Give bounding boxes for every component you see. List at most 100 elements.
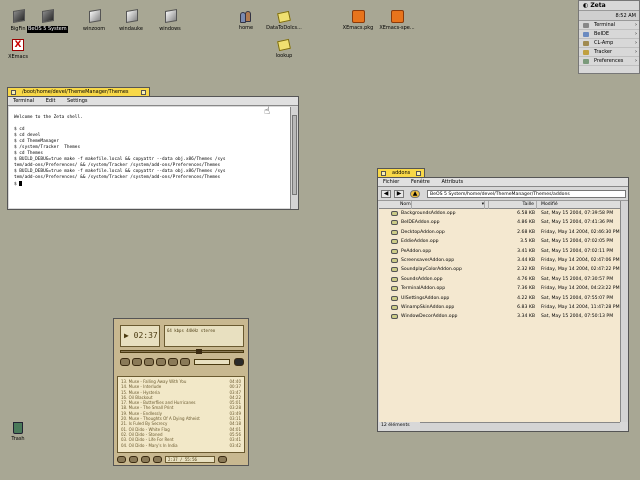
menu-settings[interactable]: Settings [62, 98, 93, 104]
desktop-icon-label: BeOS 5 System [27, 26, 68, 33]
menu-fenetre[interactable]: Fenêtre [406, 179, 435, 185]
desktop-icon-home[interactable]: home [226, 10, 266, 32]
addons-title-tab[interactable]: addons [377, 168, 425, 177]
path-field[interactable]: BeOS 5 System/home/devel/ThemeManager/Th… [427, 190, 626, 198]
file-row[interactable]: BackgroundsAddon.opp 6.58 KB Sat, May 15 2… [379, 209, 620, 218]
home-folder-icon [239, 11, 253, 23]
file-row[interactable]: ScreensaverAddon.opp 3.44 KB Friday, May 1… [379, 256, 620, 265]
seek-thumb[interactable] [196, 349, 202, 354]
desktop-icon-beos-system[interactable]: BeOS 5 System [27, 10, 68, 33]
desktop-icon-lookup[interactable]: lookup [264, 38, 304, 60]
play-indicator-icon: ▶ [124, 331, 134, 340]
cl-amp-icon [583, 41, 589, 46]
file-row[interactable]: UISettingsAddon.opp 4.22 KB Sat, May 15 20… [379, 294, 620, 303]
terminal-title-tab[interactable]: /boot/home/devel/ThemeManager/Themes [7, 87, 150, 96]
file-modified: Sat, May 15 2004, 07:55:07 PM [541, 295, 614, 301]
file-row[interactable]: TerminalAddon.opp 7.36 KB Friday, May 14 2… [379, 284, 620, 293]
close-icon[interactable] [381, 171, 386, 176]
file-list-hscrollbar[interactable] [420, 422, 620, 431]
terminal-line: tem/add-ons/Preferences/ && /system/Trac… [14, 163, 221, 168]
window-title: /boot/home/devel/ThemeManager/Themes [22, 89, 129, 95]
volume-icon [40, 10, 54, 24]
deskbar-item-beide[interactable]: BeIDE › [579, 30, 639, 39]
column-name[interactable]: Nom ▾ [399, 201, 489, 209]
addon-file-icon [391, 229, 398, 235]
previous-button[interactable] [120, 358, 130, 366]
eject-button[interactable] [180, 358, 190, 366]
menu-terminal[interactable]: Terminal [8, 98, 39, 104]
desktop-icon-xemacs-pkg[interactable]: XEmacs.pkg [338, 10, 378, 32]
deskbar-item-terminal[interactable]: Terminal › [579, 21, 639, 30]
file-row[interactable]: WinampSkinAddon.opp 6.83 KB Friday, May 14… [379, 303, 620, 312]
desktop-icon-label: BigFin [10, 26, 26, 32]
addon-file-icon [391, 239, 398, 245]
stop-button[interactable] [156, 358, 166, 366]
close-player-button[interactable] [234, 358, 244, 366]
deskbar-item-label: Tracker [594, 49, 613, 55]
next-button[interactable] [168, 358, 178, 366]
desktop-icon-winzoom[interactable]: winzoom [74, 10, 114, 33]
play-button[interactable] [132, 358, 142, 366]
file-size: 6.83 KB [517, 304, 535, 310]
playlist-select-button[interactable] [141, 456, 150, 463]
deskbar-item-label: CL-Amp [594, 40, 614, 46]
file-name: WinampSkinAddon.opp [401, 304, 455, 310]
desktop-icon-xemacs-spe[interactable]: XEmacs-spe... [377, 10, 417, 32]
file-name: EddieAddon.opp [401, 239, 439, 245]
seek-bar[interactable] [120, 349, 244, 354]
deskbar-item-tracker[interactable]: Tracker › [579, 48, 639, 57]
file-row[interactable]: DecktopAddon.opp 2.68 KB Friday, May 14 20… [379, 228, 620, 237]
back-button[interactable]: ◀ [381, 190, 391, 198]
desktop-icon-windauke[interactable]: windauke [111, 10, 151, 33]
deskbar-item-cl-amp[interactable]: CL-Amp › [579, 39, 639, 48]
file-modified: Friday, May 14 2004, 04:23:22 PM [541, 286, 620, 292]
desktop-icon-datatodo[interactable]: DataToDoIcs... [264, 10, 304, 32]
forward-button[interactable]: ▶ [394, 190, 404, 198]
playlist-remove-button[interactable] [129, 456, 138, 463]
playlist-controls: 2:37 / 55:56 [117, 455, 245, 464]
playlist-misc-button[interactable] [153, 456, 162, 463]
terminal-line: $ cd devel [14, 133, 41, 138]
xemacs-icon: X [12, 39, 24, 51]
file-list-scrollbar[interactable] [620, 201, 628, 422]
file-row[interactable]: SoundplayColorAddon.opp 2.32 KB Friday, Ma… [379, 265, 620, 274]
playlist[interactable]: 13. Muse - Falling Away With You 04:40 14.… [117, 376, 245, 453]
addon-file-icon [391, 295, 398, 301]
menu-edit[interactable]: Edit [41, 98, 61, 104]
file-row[interactable]: WindowDecorAddon.opp 3.34 KB Sat, May 15 2… [379, 312, 620, 321]
file-modified: Friday, May 14 2004, 02:47:06 PM [541, 257, 620, 263]
pause-button[interactable] [144, 358, 154, 366]
file-row[interactable]: EddieAddon.opp 3.5 KB Sat, May 15 2004, 07… [379, 237, 620, 246]
terminal-output[interactable]: Welcome to the Zeta shell. $ cd $ cd dev… [9, 107, 290, 208]
deskbar-logo[interactable]: ◐ Zeta [579, 1, 639, 11]
desktop-icon-label: Trash [11, 436, 25, 442]
volume-slider[interactable] [194, 359, 230, 365]
close-icon[interactable] [11, 90, 16, 95]
playlist-add-button[interactable] [117, 456, 126, 463]
addon-file-icon [391, 304, 398, 310]
desktop-icon-windows[interactable]: windows [150, 10, 190, 33]
terminal-scrollbar[interactable] [290, 107, 298, 209]
desktop-icon-label: DataToDoIcs... [266, 25, 302, 31]
playlist-item[interactable]: 04. Oil Dido - Mary's In India 03:42 [121, 443, 241, 448]
desktop-icon-trash[interactable]: Trash [0, 422, 38, 443]
zoom-icon[interactable] [141, 90, 146, 95]
up-button[interactable]: ▲ [410, 190, 420, 198]
info-display: 64 kbps 44kHz stereo [164, 325, 244, 347]
column-modified[interactable]: Modifié [539, 201, 621, 209]
scrollbar-thumb[interactable] [292, 115, 297, 195]
menu-fichier[interactable]: Fichier [378, 179, 404, 185]
deskbar-clock[interactable]: 8:52 AM [615, 13, 636, 19]
column-size[interactable]: Taille [489, 201, 537, 209]
addon-file-icon [391, 267, 398, 273]
zoom-icon[interactable] [416, 171, 421, 176]
desktop-icon-xemacs[interactable]: X XEmacs [0, 38, 38, 61]
deskbar: ◐ Zeta 8:52 AM Terminal › BeIDE › CL-Amp › … [578, 0, 640, 74]
file-row[interactable]: SoundsAddon.opp 4.76 KB Sat, May 15 2004, … [379, 275, 620, 284]
package-icon [351, 10, 365, 23]
deskbar-item-preferences[interactable]: Preferences › [579, 57, 639, 66]
file-row[interactable]: PeAddon.opp 3.41 KB Sat, May 15 2004, 07:0… [379, 247, 620, 256]
file-row[interactable]: BeIDEAddon.opp 4.86 KB Sat, May 15 2004, 0… [379, 218, 620, 227]
playlist-list-button[interactable] [218, 456, 227, 463]
menu-attributs[interactable]: Attributs [436, 179, 468, 185]
